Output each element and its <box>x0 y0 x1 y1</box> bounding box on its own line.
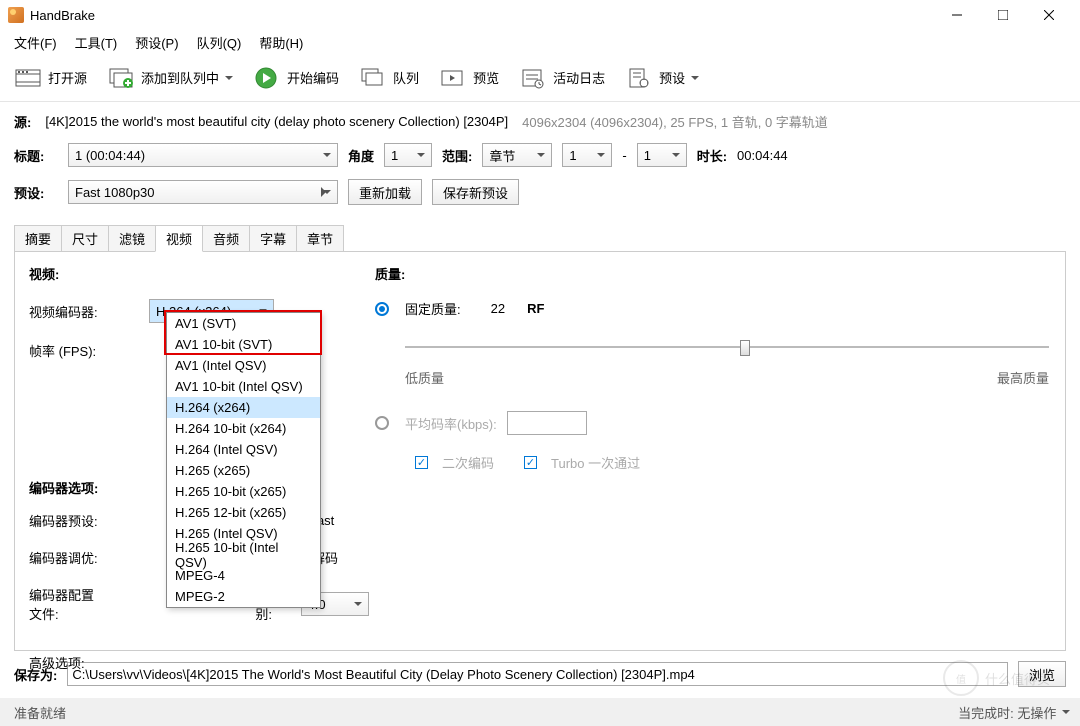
preview-button[interactable]: 预览 <box>431 59 507 97</box>
chevron-down-icon <box>1062 710 1070 718</box>
menu-queue[interactable]: 队列(Q) <box>189 31 250 54</box>
range-dash: - <box>622 148 626 163</box>
open-source-button[interactable]: 打开源 <box>6 59 95 97</box>
minimize-button[interactable] <box>934 0 980 30</box>
menu-presets[interactable]: 预设(P) <box>127 31 186 54</box>
quality-section: 质量: <box>375 264 1051 283</box>
start-encode-label: 开始编码 <box>287 68 339 87</box>
range-from-select[interactable]: 1 <box>562 143 612 167</box>
chevron-down-icon <box>225 76 233 84</box>
encoder-option[interactable]: H.265 (x265) <box>167 460 320 481</box>
encoder-option[interactable]: H.264 (x264) <box>167 397 320 418</box>
encoder-option[interactable]: H.265 12-bit (x265) <box>167 502 320 523</box>
start-encode-button[interactable]: 开始编码 <box>245 59 347 97</box>
tab-summary[interactable]: 摘要 <box>14 225 62 251</box>
status-ready: 准备就绪 <box>14 703 66 722</box>
close-button[interactable] <box>1026 0 1072 30</box>
activity-icon <box>519 66 547 90</box>
presets-icon <box>625 66 653 90</box>
browse-button[interactable]: 浏览 <box>1018 661 1066 687</box>
menu-help[interactable]: 帮助(H) <box>251 31 311 54</box>
chevron-down-icon <box>691 76 699 84</box>
encoder-option[interactable]: AV1 (Intel QSV) <box>167 355 320 376</box>
preview-label: 预览 <box>473 68 499 87</box>
encoder-option[interactable]: AV1 10-bit (Intel QSV) <box>167 376 320 397</box>
range-label: 范围: <box>442 146 472 165</box>
save-preset-button[interactable]: 保存新预设 <box>432 179 519 205</box>
activity-label: 活动日志 <box>553 68 605 87</box>
tab-dimensions[interactable]: 尺寸 <box>61 225 109 251</box>
angle-label: 角度 <box>348 146 374 165</box>
activity-button[interactable]: 活动日志 <box>511 59 613 97</box>
twopass-checkbox[interactable]: ✓ <box>415 456 428 469</box>
title-label: 标题: <box>14 146 58 165</box>
high-quality-label: 最高质量 <box>997 368 1049 387</box>
window-title: HandBrake <box>30 8 934 23</box>
menu-tools[interactable]: 工具(T) <box>67 31 126 54</box>
queue-label: 队列 <box>393 68 419 87</box>
enc-preset-label: 编码器预设: <box>29 511 139 530</box>
duration-label: 时长: <box>697 146 727 165</box>
duration-value: 00:04:44 <box>737 148 788 163</box>
presets-label: 预设 <box>659 68 685 87</box>
turbo-label: Turbo 一次通过 <box>551 453 640 472</box>
advanced-label: 高级选项: <box>29 653 139 672</box>
range-type-select[interactable]: 章节 <box>482 143 552 167</box>
cq-unit: RF <box>527 301 544 316</box>
play-icon <box>253 66 281 90</box>
status-done-label: 当完成时: <box>958 706 1014 721</box>
queue-button[interactable]: 队列 <box>351 59 427 97</box>
cq-label: 固定质量: <box>405 299 461 318</box>
preset-label: 预设: <box>14 183 58 202</box>
encoder-option[interactable]: AV1 (SVT) <box>167 313 320 334</box>
preview-icon <box>439 66 467 90</box>
tab-chapters[interactable]: 章节 <box>296 225 344 251</box>
source-name: [4K]2015 the world's most beautiful city… <box>45 114 508 129</box>
cq-value: 22 <box>491 301 505 316</box>
encoder-option[interactable]: H.265 10-bit (x265) <box>167 481 320 502</box>
cq-radio[interactable] <box>375 302 389 316</box>
film-icon <box>14 66 42 90</box>
status-action[interactable]: 无操作 <box>1017 706 1056 721</box>
add-queue-button[interactable]: 添加到队列中 <box>99 59 241 97</box>
tab-subtitles[interactable]: 字幕 <box>249 225 297 251</box>
encoder-option[interactable]: H.265 10-bit (Intel QSV) <box>167 544 320 565</box>
enc-tune-label: 编码器调优: <box>29 548 139 567</box>
quality-slider[interactable] <box>405 336 1049 360</box>
range-to-select[interactable]: 1 <box>637 143 687 167</box>
abr-label: 平均码率(kbps): <box>405 414 497 433</box>
twopass-label: 二次编码 <box>442 453 494 472</box>
queue-icon <box>359 66 387 90</box>
open-source-label: 打开源 <box>48 68 87 87</box>
abr-radio[interactable] <box>375 416 389 430</box>
reload-preset-button[interactable]: 重新加载 <box>348 179 422 205</box>
turbo-checkbox[interactable]: ✓ <box>524 456 537 469</box>
preset-select[interactable]: Fast 1080p30 <box>68 180 338 204</box>
encoder-option[interactable]: MPEG-2 <box>167 586 320 607</box>
presets-button[interactable]: 预设 <box>617 59 707 97</box>
video-section: 视频: <box>29 264 369 283</box>
app-icon <box>8 7 24 23</box>
maximize-button[interactable] <box>980 0 1026 30</box>
fps-label: 帧率 (FPS): <box>29 341 139 360</box>
abr-input[interactable] <box>507 411 587 435</box>
encoder-label: 视频编码器: <box>29 302 139 321</box>
tab-filters[interactable]: 滤镜 <box>108 225 156 251</box>
enc-profile-label: 编码器配置文件: <box>29 585 95 623</box>
encoder-option[interactable]: H.264 (Intel QSV) <box>167 439 320 460</box>
title-select[interactable]: 1 (00:04:44) <box>68 143 338 167</box>
menu-file[interactable]: 文件(F) <box>6 31 65 54</box>
add-queue-icon <box>107 66 135 90</box>
angle-select[interactable]: 1 <box>384 143 432 167</box>
encoder-dropdown[interactable]: AV1 (SVT) AV1 10-bit (SVT) AV1 (Intel QS… <box>166 312 321 608</box>
tab-video[interactable]: 视频 <box>155 225 203 252</box>
encoder-option[interactable]: AV1 10-bit (SVT) <box>167 334 320 355</box>
add-queue-label: 添加到队列中 <box>141 68 219 87</box>
encoder-option[interactable]: H.264 10-bit (x264) <box>167 418 320 439</box>
low-quality-label: 低质量 <box>405 368 444 387</box>
tab-audio[interactable]: 音频 <box>202 225 250 251</box>
source-label: 源: <box>14 112 31 131</box>
source-meta: 4096x2304 (4096x2304), 25 FPS, 1 音轨, 0 字… <box>522 112 828 131</box>
